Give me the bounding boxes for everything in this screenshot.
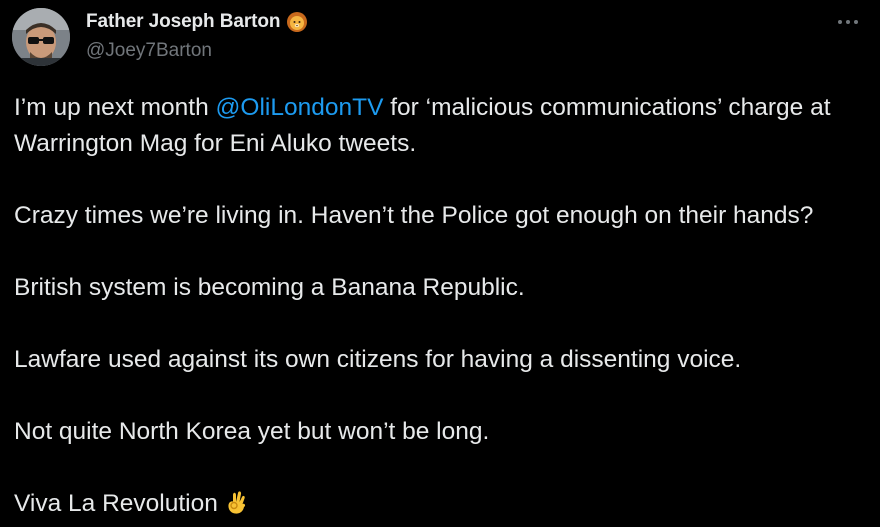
lion-face-icon: [286, 11, 308, 33]
author-name-row: Father Joseph Barton: [86, 10, 308, 34]
tweet-card: Father Joseph Barton @Joey7Barton I’m up…: [0, 0, 880, 527]
tweet-paragraph-6: Viva La Revolution: [14, 486, 870, 522]
author-handle[interactable]: @Joey7Barton: [86, 40, 212, 62]
tweet-paragraph-2: Crazy times we’re living in. Haven’t the…: [14, 202, 814, 229]
tweet-paragraph-4: Lawfare used against its own citizens fo…: [14, 346, 742, 373]
mention-link[interactable]: @OliLondonTV: [216, 94, 384, 121]
tweet-paragraph-5: Not quite North Korea yet but won’t be l…: [14, 418, 490, 445]
profile-photo-icon: [12, 8, 70, 66]
tweet-text-segment: I’m up next month: [14, 94, 216, 121]
tweet-text-segment: Viva La Revolution: [14, 490, 218, 517]
tweet-paragraph-3: British system is becoming a Banana Repu…: [14, 274, 525, 301]
more-options-button[interactable]: [834, 10, 862, 34]
avatar[interactable]: [12, 8, 70, 66]
ok-hand-icon: [224, 489, 250, 515]
author-display-name[interactable]: Father Joseph Barton: [86, 11, 280, 33]
tweet-text: I’m up next month @OliLondonTV for ‘mali…: [14, 90, 870, 522]
more-horizontal-icon: [838, 20, 858, 24]
tweet-paragraph-1: I’m up next month @OliLondonTV for ‘mali…: [14, 90, 870, 162]
